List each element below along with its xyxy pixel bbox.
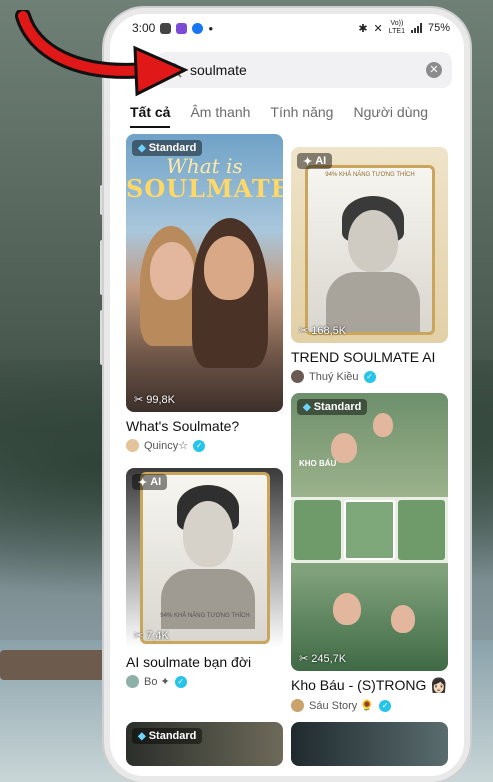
mute-icon: ✕	[373, 22, 383, 35]
tab-features[interactable]: Tính năng	[270, 98, 333, 128]
tab-audio[interactable]: Âm thanh	[190, 98, 250, 128]
signal-icon	[410, 23, 422, 33]
scissors-icon: ✂	[134, 630, 144, 642]
tab-users[interactable]: Người dùng	[353, 98, 428, 128]
person-image	[204, 236, 254, 300]
template-card[interactable]: What is SOULMATE? ◆Standard ✂99,8K What'…	[126, 134, 283, 452]
app-screen: 3:00 ● ✱ ✕ Vo))LTE1 75% ✕	[110, 14, 464, 776]
template-author[interactable]: Quincy☆ ✓	[126, 439, 283, 452]
standard-badge: ◆ Standard	[132, 140, 203, 156]
person-image	[333, 593, 361, 625]
template-title[interactable]: Kho Báu - (S)TRONG 👩🏻	[291, 677, 448, 694]
verified-icon: ✓	[379, 699, 392, 712]
diamond-icon: ◆	[138, 142, 146, 154]
template-card[interactable]: KHO BÁU ◆ Standard ✂ 245,7K Kho Báu - (S)T…	[291, 393, 448, 712]
verified-icon: ✓	[174, 675, 187, 688]
facebook-icon	[192, 22, 204, 34]
person-image	[331, 433, 357, 463]
sketch-portrait	[183, 501, 233, 567]
use-count: ✂ 245,7K	[299, 652, 347, 666]
avatar	[291, 370, 304, 383]
avatar	[126, 675, 139, 688]
template-card[interactable]	[291, 722, 448, 766]
search-bar[interactable]: ✕	[156, 52, 452, 88]
arrow-annotation-icon	[15, 10, 189, 97]
person-image	[391, 605, 415, 633]
sparkle-icon: ✦	[138, 476, 148, 489]
scissors-icon: ✂	[134, 394, 144, 406]
thumbnail-text: 94% KHẢ NĂNG TƯƠNG THÍCH	[160, 613, 250, 619]
ai-badge: ✦ AI	[297, 153, 333, 169]
template-thumbnail[interactable]: ◆ Standard	[126, 722, 283, 766]
avatar	[126, 439, 139, 452]
use-count: ✂ 7,4K	[134, 629, 169, 643]
standard-badge: ◆ Standard	[132, 728, 203, 744]
verified-icon: ✓	[193, 439, 206, 452]
template-author[interactable]: Thuý Kiều ✓	[291, 370, 448, 383]
author-name: Thuý Kiều	[309, 370, 359, 383]
thumbnail-text: SOULMATE?	[126, 174, 283, 203]
ai-badge: ✦ AI	[132, 474, 168, 490]
template-card[interactable]: 94% KHẢ NĂNG TƯƠNG THÍCH ✦ AI ✂ 7,4K AI so…	[126, 468, 283, 688]
close-circle-icon[interactable]: ✕	[426, 62, 442, 78]
template-card[interactable]: 94% KHẢ NĂNG TƯƠNG THÍCH ✦ AI ✂ 168,5K TRE…	[291, 147, 448, 383]
person-image	[150, 242, 194, 300]
photo-strip	[291, 497, 448, 563]
template-thumbnail[interactable]	[291, 722, 448, 766]
sketch-portrait	[161, 569, 255, 629]
author-name: Sáu Story 🌻	[309, 700, 375, 712]
verified-icon: ✓	[363, 370, 376, 383]
template-title[interactable]: TREND SOULMATE AI	[291, 349, 448, 365]
search-input[interactable]	[190, 62, 410, 78]
template-title[interactable]: AI soulmate bạn đời	[126, 654, 283, 670]
thumbnail-text: 94% KHẢ NĂNG TƯƠNG THÍCH	[325, 172, 415, 178]
diamond-icon: ◆	[303, 401, 311, 413]
use-count: ✂ 168,5K	[299, 324, 347, 338]
template-thumbnail[interactable]: 94% KHẢ NĂNG TƯƠNG THÍCH ✦ AI ✂ 168,5K	[291, 147, 448, 343]
portrait-frame: 94% KHẢ NĂNG TƯƠNG THÍCH	[140, 472, 270, 644]
sparkle-icon: ✦	[303, 155, 313, 168]
template-thumbnail[interactable]: KHO BÁU ◆ Standard ✂ 245,7K	[291, 393, 448, 671]
template-thumbnail[interactable]: What is SOULMATE? ◆Standard ✂99,8K	[126, 134, 283, 412]
scissors-icon: ✂	[299, 653, 309, 665]
person-image	[373, 413, 393, 437]
author-name: Bo ✦	[144, 676, 170, 688]
use-count: ✂ 99,8K	[134, 393, 175, 407]
template-author[interactable]: Bo ✦ ✓	[126, 675, 283, 688]
author-name: Quincy☆	[144, 440, 189, 452]
battery-level: 75%	[427, 22, 450, 34]
diamond-icon: ◆	[138, 730, 146, 742]
volte-icon: Vo)) LTE1	[388, 20, 405, 35]
background-rock	[0, 650, 110, 680]
template-author[interactable]: Sáu Story 🌻 ✓	[291, 699, 448, 712]
standard-badge: ◆ Standard	[297, 399, 368, 415]
template-thumbnail[interactable]: 94% KHẢ NĂNG TƯƠNG THÍCH ✦ AI ✂ 7,4K	[126, 468, 283, 648]
avatar	[291, 699, 304, 712]
scissors-icon: ✂	[299, 325, 309, 337]
thumbnail-text: KHO BÁU	[299, 459, 337, 468]
portrait-frame: 94% KHẢ NĂNG TƯƠNG THÍCH	[305, 165, 435, 335]
sketch-portrait	[348, 210, 398, 272]
bluetooth-icon: ✱	[358, 22, 368, 35]
phone-frame: 3:00 ● ✱ ✕ Vo))LTE1 75% ✕	[104, 8, 470, 782]
more-dot-icon: ●	[208, 23, 214, 33]
sketch-portrait	[326, 272, 420, 332]
template-title[interactable]: What's Soulmate?	[126, 418, 283, 434]
template-card[interactable]: ◆ Standard	[126, 722, 283, 766]
